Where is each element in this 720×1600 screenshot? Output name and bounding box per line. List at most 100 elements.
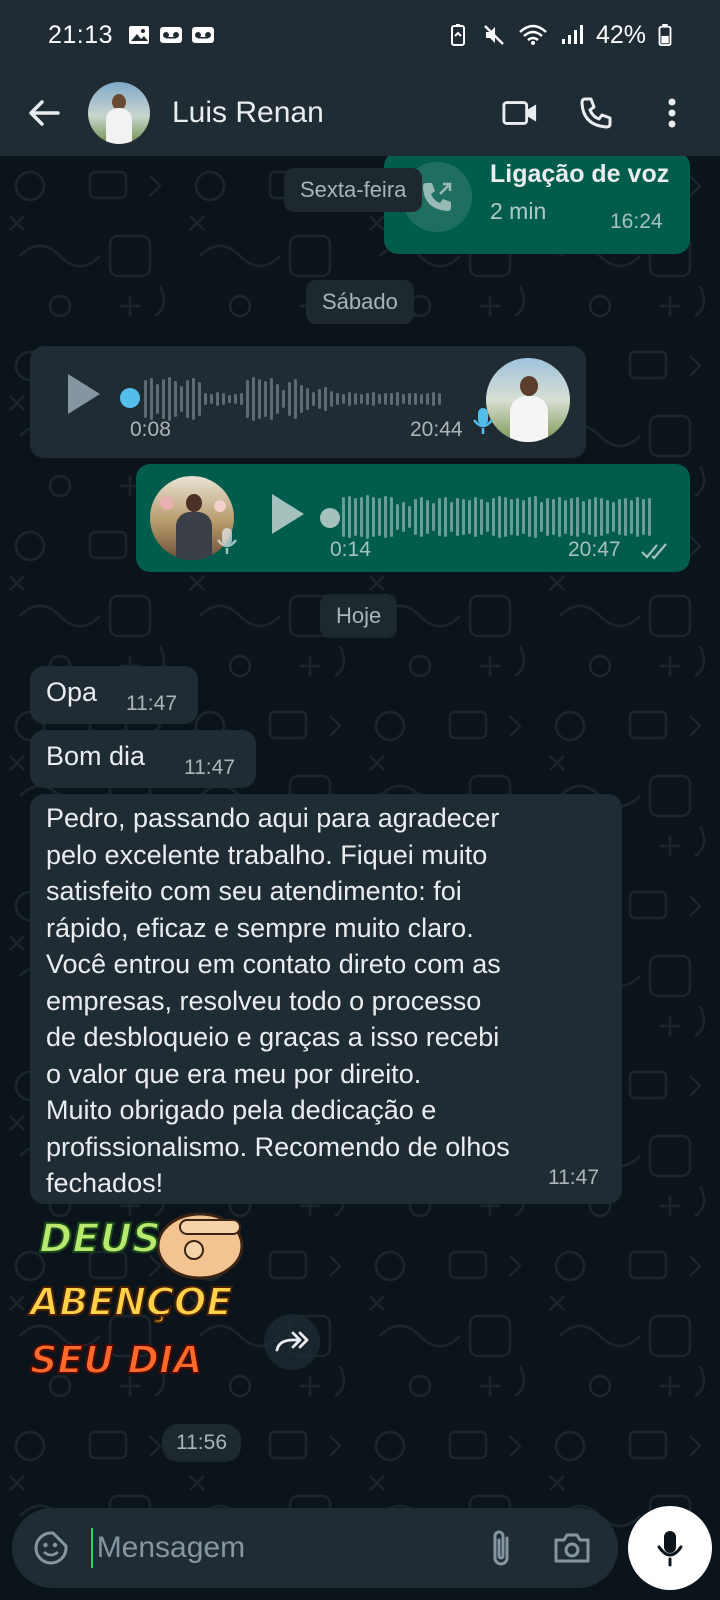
camera-icon: [554, 1533, 590, 1563]
waveform-bar: [330, 391, 333, 407]
message-text: Opa: [46, 677, 98, 707]
date-chip-saturday: Sábado: [306, 280, 414, 324]
message-input[interactable]: [90, 1528, 483, 1568]
waveform-bar: [348, 496, 351, 538]
waveform-bar: [618, 499, 621, 535]
waveform-bar: [570, 498, 573, 536]
waveform-bar: [168, 377, 171, 421]
camera-button[interactable]: [551, 1528, 592, 1568]
contact-name[interactable]: Luis Renan: [172, 96, 324, 130]
microphone-icon: [657, 1531, 683, 1567]
waveform-bar: [294, 379, 297, 419]
call-title: Ligação de voz: [490, 160, 670, 188]
waveform-bar: [576, 497, 579, 537]
play-icon[interactable]: [64, 372, 104, 416]
forward-icon: [275, 1331, 309, 1352]
sticker-button[interactable]: [32, 1528, 71, 1568]
waveform-bar: [204, 393, 207, 405]
waveform-bar: [432, 503, 435, 531]
waveform-bar: [300, 385, 303, 413]
message-bubble[interactable]: Bom dia 11:47: [30, 730, 256, 788]
wifi-icon: [519, 24, 547, 45]
waveform-bar: [348, 392, 351, 406]
waveform-bar: [588, 499, 591, 535]
sticker[interactable]: DEUS ABENÇOE SEU DIA: [29, 1206, 250, 1416]
video-call-button[interactable]: [502, 95, 538, 131]
waveform-bar: [510, 499, 513, 535]
waveform-bar: [456, 498, 459, 536]
voice-record-button[interactable]: [628, 1506, 712, 1590]
audio-waveform[interactable]: [342, 492, 651, 542]
mute-icon: [484, 25, 504, 45]
waveform-bar: [216, 392, 219, 406]
waveform-bar: [534, 496, 537, 538]
video-camera-icon: [502, 101, 537, 125]
waveform-bar: [198, 382, 201, 416]
sticker-line-2: ABENÇOE: [29, 1279, 233, 1325]
sticker-time: 11:56: [162, 1424, 241, 1462]
waveform-bar: [270, 378, 273, 420]
date-chip-today: Hoje: [320, 594, 398, 638]
waveform-bar: [594, 497, 597, 537]
voice-call-button[interactable]: [578, 95, 614, 131]
date-chip-friday: Sexta-feira: [284, 168, 423, 212]
waveform-bar: [354, 393, 357, 405]
waveform-bar: [246, 380, 249, 418]
sticker-line-3: SEU DIA: [29, 1337, 204, 1383]
battery-saver-icon: [450, 24, 465, 46]
message-time: 11:47: [548, 1166, 599, 1189]
waveform-bar: [378, 394, 381, 404]
waveform-bar: [444, 497, 447, 537]
battery-icon: [658, 24, 672, 46]
audio-waveform[interactable]: [144, 374, 441, 424]
message-bubble[interactable]: Opa 11:47: [30, 666, 198, 724]
forward-button[interactable]: [264, 1314, 320, 1370]
waveform-bar: [312, 392, 315, 406]
message-composer: [12, 1508, 618, 1588]
chat-messages[interactable]: Ligação de voz 2 min 16:24 Sexta-feira S…: [0, 156, 720, 1496]
waveform-bar: [288, 382, 291, 416]
waveform-bar: [648, 498, 651, 536]
waveform-bar: [162, 379, 165, 419]
voice-call-bubble[interactable]: Ligação de voz 2 min 16:24: [384, 156, 690, 254]
phone-icon: [580, 97, 612, 129]
waveform-bar: [540, 502, 543, 532]
waveform-bar: [336, 393, 339, 405]
waveform-bar: [318, 389, 321, 409]
waveform-bar: [462, 499, 465, 535]
message-bubble[interactable]: Pedro, passando aqui para agradecer pelo…: [30, 794, 622, 1204]
audio-progress-dot[interactable]: [120, 388, 140, 408]
sender-avatar: [486, 358, 570, 442]
waveform-bar: [432, 392, 435, 406]
audio-progress-dot[interactable]: [320, 508, 340, 528]
waveform-bar: [474, 497, 477, 537]
contact-avatar[interactable]: [88, 82, 150, 144]
waveform-bar: [450, 502, 453, 532]
back-button[interactable]: [22, 91, 66, 135]
waveform-bar: [498, 496, 501, 538]
more-options-button[interactable]: [654, 95, 690, 131]
waveform-bar: [402, 502, 405, 532]
waveform-bar: [360, 497, 363, 537]
message-text: Pedro, passando aqui para agradecer pelo…: [46, 803, 510, 1198]
sticker-line-1: DEUS: [38, 1215, 162, 1263]
incoming-audio-bubble[interactable]: 0:08 20:44: [30, 346, 586, 458]
call-time: 16:24: [610, 210, 663, 233]
waveform-bar: [528, 497, 531, 537]
waveform-bar: [252, 377, 255, 421]
waveform-bar: [606, 500, 609, 534]
call-duration: 2 min: [490, 198, 547, 224]
waveform-bar: [408, 506, 411, 528]
waveform-bar: [504, 497, 507, 537]
waveform-bar: [342, 497, 345, 537]
waveform-bar: [438, 393, 441, 405]
attach-button[interactable]: [483, 1526, 522, 1570]
waveform-bar: [258, 379, 261, 419]
outgoing-audio-bubble[interactable]: 0:14 20:47: [136, 464, 690, 572]
waveform-bar: [378, 498, 381, 536]
waveform-bar: [426, 393, 429, 405]
status-time: 21:13: [48, 20, 114, 49]
play-icon[interactable]: [268, 492, 308, 536]
waveform-bar: [354, 498, 357, 536]
waveform-bar: [624, 498, 627, 536]
